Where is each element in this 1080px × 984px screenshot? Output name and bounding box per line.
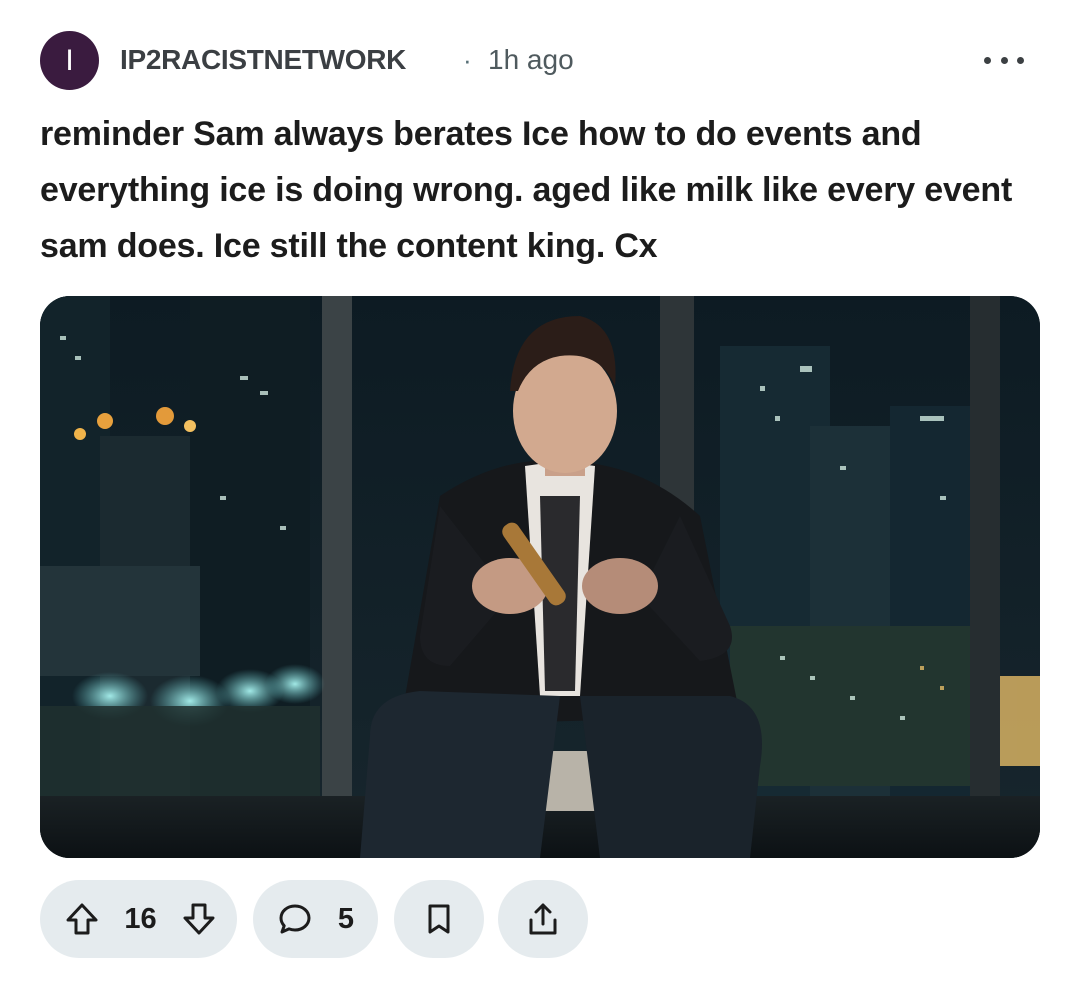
post-photo <box>40 296 1040 858</box>
post-image[interactable] <box>40 296 1040 858</box>
share-button[interactable] <box>498 880 588 958</box>
more-options-icon[interactable] <box>984 45 1024 75</box>
post-header: I IP2RACISTNETWORK · 1h ago <box>40 31 1040 90</box>
author-avatar[interactable]: I <box>40 31 99 90</box>
post-actions: 16 5 <box>40 880 1040 958</box>
author-name[interactable]: IP2RACISTNETWORK <box>120 43 406 77</box>
meta-separator: · <box>463 45 472 75</box>
post-timestamp: 1h ago <box>488 44 574 75</box>
comment-count: 5 <box>337 903 354 935</box>
comments-button[interactable]: 5 <box>253 880 378 958</box>
comment-bubble-icon <box>277 901 313 937</box>
share-icon <box>525 900 561 938</box>
bookmark-icon <box>423 901 455 937</box>
upvote-arrow-icon[interactable] <box>64 901 100 937</box>
downvote-arrow-icon[interactable] <box>181 901 217 937</box>
vote-score: 16 <box>124 903 157 935</box>
vote-pill: 16 <box>40 880 237 958</box>
save-button[interactable] <box>394 880 484 958</box>
post-body-text: reminder Sam always berates Ice how to d… <box>40 115 1013 265</box>
